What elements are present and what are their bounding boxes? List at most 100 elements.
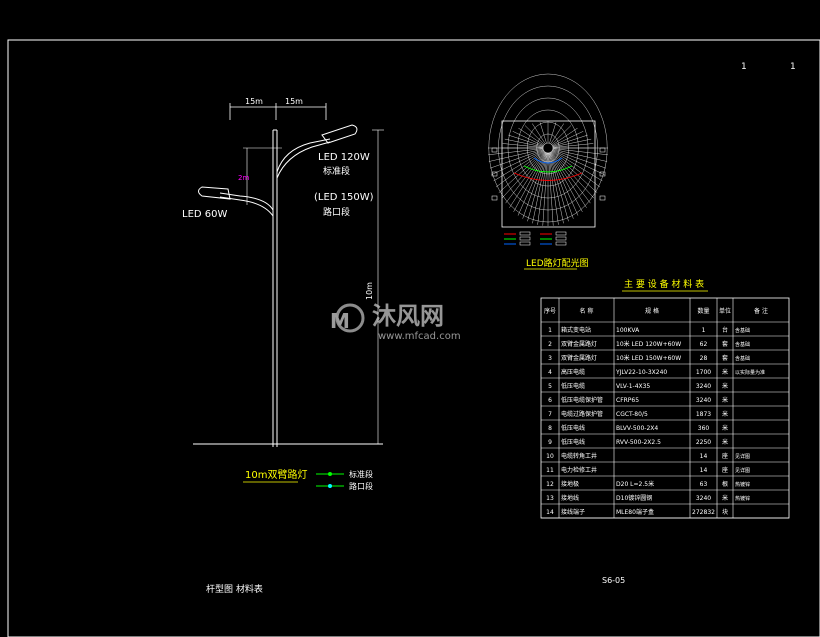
drawing-number: S6-05 <box>602 576 625 585</box>
table-cell: 座 <box>722 452 728 460</box>
table-cell: 10 <box>546 453 554 460</box>
table-cell: 13 <box>546 495 554 502</box>
table-cell: 低压电线 <box>561 438 585 446</box>
dim-arm: 2m <box>238 174 249 182</box>
table-cell: 双臂金属路灯 <box>561 354 597 362</box>
dim-height: 10m <box>365 282 374 300</box>
table-cell: 接地极 <box>561 480 579 488</box>
drawing-canvas: 1 1 15m 15m 2m 10m LED 120W 标准段 (LED 150… <box>7 39 820 637</box>
table-cell: YJLV22-10-3X240 <box>615 369 667 376</box>
table-cell: D20 L=2.5米 <box>616 480 654 488</box>
table-cell: 3240 <box>696 495 711 502</box>
table-header-cell: 数量 <box>697 307 709 315</box>
table-cell: D10镀锌圆钢 <box>616 494 652 502</box>
table-cell: 座 <box>722 466 728 474</box>
corner-number-left: 1 <box>741 62 747 72</box>
table-cell: 1700 <box>696 369 711 376</box>
table-cell: 米 <box>722 382 728 390</box>
pole-title: 10m双臂路灯 <box>245 468 307 481</box>
dim-left: 15m <box>245 97 263 106</box>
table-cell: 电缆过路保护管 <box>561 410 603 418</box>
table-cell: 低压电缆保护管 <box>561 396 603 404</box>
table-header-cell: 名 称 <box>580 307 594 315</box>
table-cell: 10米 LED 120W+60W <box>616 340 681 348</box>
table-header-cell: 备 注 <box>754 307 768 315</box>
table-cell: 块 <box>722 508 728 516</box>
table-cell: 14 <box>700 453 708 460</box>
table-cell: 见详图 <box>735 453 750 460</box>
table-cell: 9 <box>548 439 552 446</box>
footer-title: 杆型图 材料表 <box>206 583 263 595</box>
table-cell: 根 <box>722 480 728 488</box>
table-cell: MLE80端子盒 <box>616 508 654 516</box>
table-cell: 62 <box>700 341 708 348</box>
table-cell: CFRP65 <box>616 397 639 404</box>
lamp-head-right <box>321 124 358 144</box>
label-led-120w: LED 120W <box>318 152 370 163</box>
table-cell: 接地线 <box>561 494 579 502</box>
table-cell: 米 <box>722 410 728 418</box>
table-cell: 6 <box>548 397 552 404</box>
table-cell: CGCT-80/5 <box>616 411 648 418</box>
table-cell: 米 <box>722 424 728 432</box>
table-cell: 11 <box>546 467 554 474</box>
light-distribution-diagram: LED路灯配光图 <box>488 73 608 270</box>
table-cell: 含基础 <box>735 327 750 334</box>
table-cell: VLV-1-4X35 <box>616 383 650 390</box>
table-cell: 米 <box>722 438 728 446</box>
label-standard-section: 标准段 <box>323 165 350 177</box>
table-title: 主 要 设 备 材 料 表 <box>624 278 704 290</box>
watermark-logo-letter: M <box>330 309 350 333</box>
table-cell: 电缆转角工井 <box>561 452 597 460</box>
table-cell: 3240 <box>696 397 711 404</box>
watermark-brand: 沐风网 <box>372 302 444 330</box>
table-cell: 见详图 <box>735 467 750 474</box>
table-cell: 63 <box>700 481 708 488</box>
table-cell: BLVV-500-2X4 <box>616 425 658 432</box>
table-cell: 双臂金属路灯 <box>561 340 597 348</box>
table-cell: 272832 <box>692 509 715 516</box>
table-cell: 米 <box>722 368 728 376</box>
table-cell: 100KVA <box>616 327 640 334</box>
table-cell: 7 <box>548 411 552 418</box>
table-cell: 套 <box>722 354 728 362</box>
table-cell: 低压电缆 <box>561 382 585 390</box>
table-cell: 热镀锌 <box>735 495 750 502</box>
label-led-150w: (LED 150W) <box>314 192 374 203</box>
table-cell: 8 <box>548 425 552 432</box>
table-cell: 12 <box>546 481 554 488</box>
corner-number-right: 1 <box>790 62 796 72</box>
legend-standard: 标准段 <box>349 469 373 479</box>
watermark-url: www.mfcad.com <box>378 331 461 342</box>
material-table: 序号 名 称 规 格 数量 单位 备 注 1 箱式变电站 100KVA 1 台含基础 2 双臂金属路灯 1… <box>540 297 790 519</box>
table-cell: 14 <box>546 509 554 516</box>
table-cell: RVV-500-2X2.5 <box>616 439 661 446</box>
table-cell: 以实际量为准 <box>735 369 765 376</box>
table-cell: 1 <box>548 327 552 334</box>
table-cell: 2 <box>548 341 552 348</box>
table-header-cell: 序号 <box>544 307 556 315</box>
watermark: M 沐风网 www.mfcad.com <box>330 302 461 342</box>
table-cell: 3240 <box>696 383 711 390</box>
table-cell: 2250 <box>696 439 711 446</box>
table-header-cell: 单位 <box>719 307 731 315</box>
table-cell: 台 <box>722 326 728 334</box>
table-cell: 电力检修工井 <box>561 466 597 474</box>
table-cell: 低压电线 <box>561 424 585 432</box>
table-cell: 10米 LED 150W+60W <box>616 354 681 362</box>
dim-right: 15m <box>285 97 303 106</box>
table-cell: 米 <box>722 396 728 404</box>
table-cell: 箱式变电站 <box>561 326 591 334</box>
table-cell: 28 <box>700 355 708 362</box>
pole-drawing: 15m 15m 2m 10m LED 120W 标准段 (LED 150W) 路… <box>182 97 384 491</box>
table-cell: 5 <box>548 383 552 390</box>
table-cell: 360 <box>698 425 710 432</box>
table-cell: 套 <box>722 340 728 348</box>
table-header-cell: 规 格 <box>645 307 659 315</box>
table-cell: 14 <box>700 467 708 474</box>
table-cell: 热镀锌 <box>735 481 750 488</box>
table-cell: 米 <box>722 494 728 502</box>
light-distribution-title: LED路灯配光图 <box>526 257 589 269</box>
table-cell: 4 <box>548 369 552 376</box>
table-cell: 1873 <box>696 411 711 418</box>
